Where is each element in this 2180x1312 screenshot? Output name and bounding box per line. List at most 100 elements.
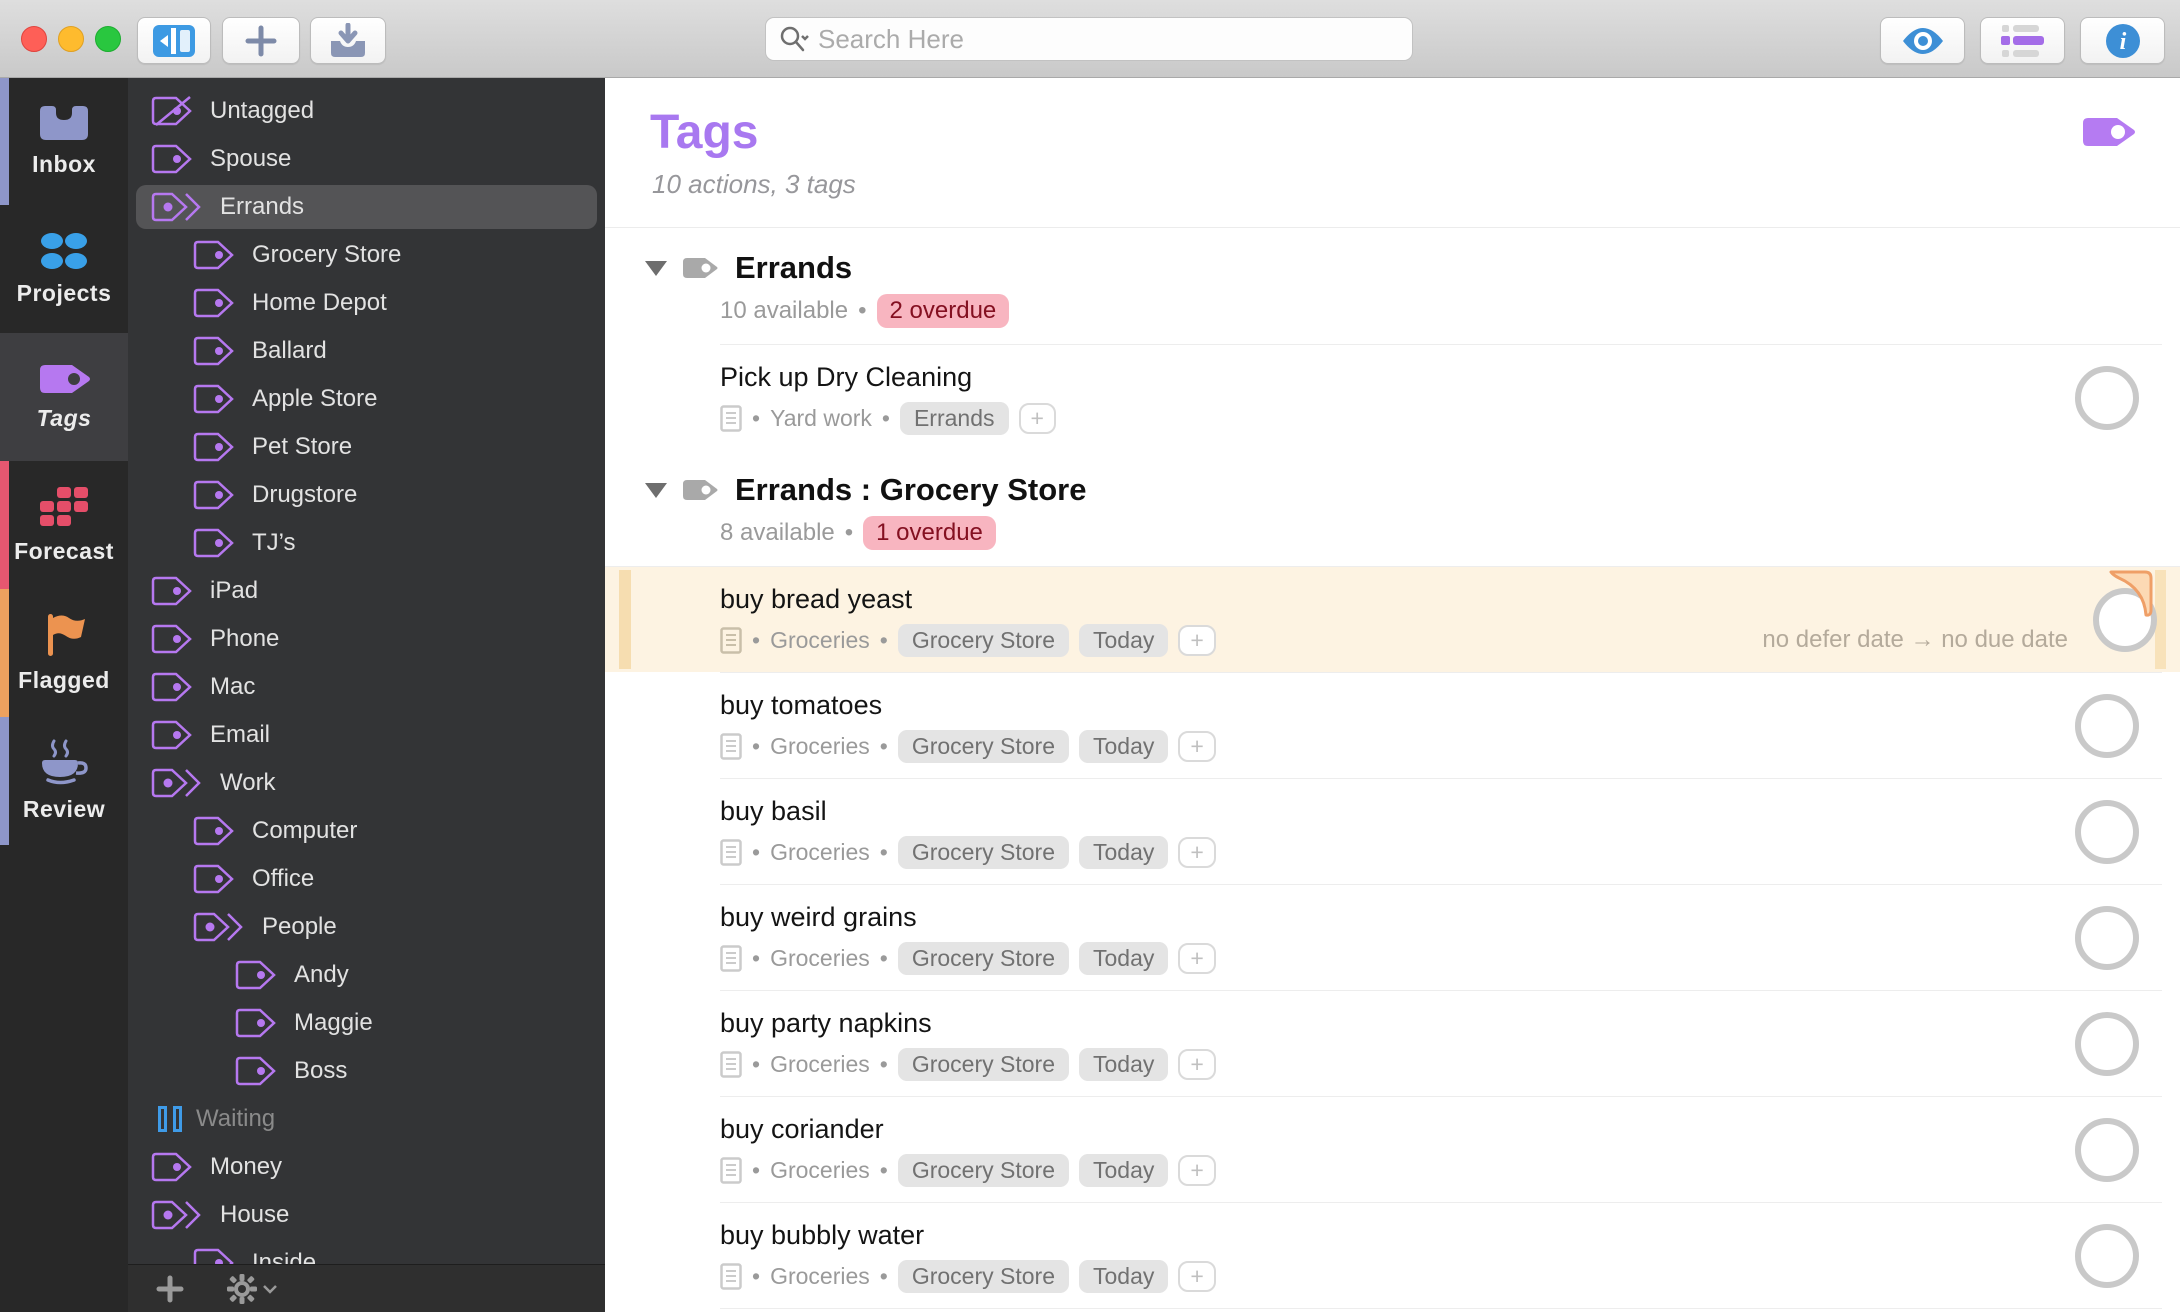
inbox-color-strip	[0, 77, 9, 205]
eye-icon	[1901, 26, 1945, 56]
tag-row-tjs[interactable]: TJ’s	[128, 519, 605, 567]
tag-pill[interactable]: Grocery Store	[897, 1154, 1069, 1187]
task-row[interactable]: buy bubbly water • Groceries • Grocery S…	[720, 1202, 2162, 1308]
tag-pill[interactable]: Grocery Store	[897, 624, 1069, 657]
tag-pill[interactable]: Today	[1078, 1260, 1169, 1293]
tag-row-andy[interactable]: Andy	[128, 951, 605, 999]
task-title: buy bread yeast	[720, 584, 913, 614]
toggle-sidebar-button[interactable]	[137, 17, 211, 64]
add-tag-pill-button[interactable]: +	[1018, 403, 1056, 434]
task-row[interactable]: buy weird grains • Groceries • Grocery S…	[720, 884, 2162, 990]
disclosure-triangle-icon[interactable]	[645, 260, 667, 276]
task-project: Groceries	[770, 1051, 870, 1077]
tag-row-pet-store[interactable]: Pet Store	[128, 423, 605, 471]
zoom-button[interactable]	[95, 26, 121, 52]
view-options-button[interactable]	[1980, 17, 2065, 64]
tag-pill[interactable]: Today	[1078, 624, 1169, 657]
tag-pill[interactable]: Grocery Store	[897, 1048, 1069, 1081]
inspector-button[interactable]: i	[2080, 17, 2165, 64]
tag-row-email[interactable]: Email	[128, 711, 605, 759]
tag-row-computer[interactable]: Computer	[128, 807, 605, 855]
tag-row-office[interactable]: Office	[128, 855, 605, 903]
clean-up-button[interactable]	[310, 17, 386, 64]
tag-row-drugstore[interactable]: Drugstore	[128, 471, 605, 519]
tag-icon	[234, 958, 280, 992]
tag-row-home-depot[interactable]: Home Depot	[128, 279, 605, 327]
complete-checkbox[interactable]	[2075, 1011, 2139, 1076]
add-tag-pill-button[interactable]: +	[1178, 625, 1216, 656]
tag-row-phone[interactable]: Phone	[128, 615, 605, 663]
complete-checkbox[interactable]	[2075, 1117, 2139, 1182]
available-count: 10 available	[720, 297, 849, 324]
add-item-button[interactable]	[222, 17, 300, 64]
tag-with-children-icon	[150, 1198, 206, 1232]
task-row[interactable]: buy coriander • Groceries • Grocery Stor…	[720, 1096, 2162, 1202]
tag-row-house[interactable]: House	[128, 1191, 605, 1239]
perspective-flagged[interactable]: Flagged	[0, 589, 128, 717]
tag-row-work[interactable]: Work	[128, 759, 605, 807]
tag-pill[interactable]: Grocery Store	[897, 1260, 1069, 1293]
complete-checkbox[interactable]	[2075, 1223, 2139, 1288]
view-eye-button[interactable]	[1880, 17, 1965, 64]
complete-checkbox[interactable]	[2075, 365, 2139, 430]
add-tag-pill-button[interactable]: +	[1178, 731, 1216, 762]
tag-row-waiting[interactable]: Waiting	[128, 1095, 605, 1143]
tag-row-mac[interactable]: Mac	[128, 663, 605, 711]
tag-pill[interactable]: Today	[1078, 942, 1169, 975]
tag-row-errands[interactable]: Errands	[128, 183, 605, 231]
perspective-review[interactable]: Review	[0, 717, 128, 845]
perspective-inbox[interactable]: Inbox	[0, 77, 128, 205]
tag-label: Errands	[220, 193, 305, 220]
tags-icon	[36, 362, 92, 396]
tag-pill[interactable]: Grocery Store	[897, 836, 1069, 869]
perspective-label: Tags	[36, 405, 92, 431]
perspectives-sidebar: Inbox Projects Tags Forecast Flagged Rev…	[0, 77, 128, 1312]
task-row[interactable]: buy party napkins • Groceries • Grocery …	[720, 990, 2162, 1096]
tag-pill[interactable]: Today	[1078, 1048, 1169, 1081]
close-button[interactable]	[21, 26, 47, 52]
tag-pill[interactable]: Grocery Store	[897, 730, 1069, 763]
tag-row-ballard[interactable]: Ballard	[128, 327, 605, 375]
tag-pill[interactable]: Today	[1078, 730, 1169, 763]
tag-row-untagged[interactable]: Untagged	[128, 87, 605, 135]
tag-row-maggie[interactable]: Maggie	[128, 999, 605, 1047]
task-row[interactable]: Pick up Dry Cleaning • Yard work • Erran…	[720, 344, 2162, 450]
tag-pill[interactable]: Grocery Store	[897, 942, 1069, 975]
tag-row-apple-store[interactable]: Apple Store	[128, 375, 605, 423]
sidebar-toggle-icon	[152, 24, 196, 58]
search-input[interactable]	[816, 22, 1400, 56]
add-tag-pill-button[interactable]: +	[1178, 1261, 1216, 1292]
add-tag-button[interactable]	[156, 1275, 184, 1303]
complete-checkbox[interactable]	[2075, 799, 2139, 864]
disclosure-triangle-icon[interactable]	[645, 482, 667, 498]
tag-row-ipad[interactable]: iPad	[128, 567, 605, 615]
minimize-button[interactable]	[58, 26, 84, 52]
tag-label: Money	[210, 1153, 283, 1180]
perspective-projects[interactable]: Projects	[0, 205, 128, 333]
tag-icon	[192, 478, 238, 512]
tag-pill[interactable]: Today	[1078, 1154, 1169, 1187]
tag-row-spouse[interactable]: Spouse	[128, 135, 605, 183]
note-icon	[720, 1263, 742, 1290]
tag-row-money[interactable]: Money	[128, 1143, 605, 1191]
task-row[interactable]: buy basil • Groceries • Grocery Store To…	[720, 778, 2162, 884]
gear-menu-button[interactable]	[226, 1273, 278, 1305]
perspective-forecast[interactable]: Forecast	[0, 461, 128, 589]
perspective-tags[interactable]: Tags	[0, 333, 128, 461]
task-row-selected[interactable]: buy bread yeast • Groceries • Grocery St…	[605, 566, 2180, 672]
search-field[interactable]	[765, 17, 1413, 61]
add-tag-pill-button[interactable]: +	[1178, 943, 1216, 974]
add-tag-pill-button[interactable]: +	[1178, 1155, 1216, 1186]
tag-row-grocery-store[interactable]: Grocery Store	[128, 231, 605, 279]
complete-checkbox[interactable]	[2075, 905, 2139, 970]
task-row-overdue[interactable]: Get more cat food • Cat Maintenance • Gr…	[720, 1308, 2162, 1312]
add-tag-pill-button[interactable]: +	[1178, 1049, 1216, 1080]
tag-pill[interactable]: Today	[1078, 836, 1169, 869]
add-tag-pill-button[interactable]: +	[1178, 837, 1216, 868]
task-row[interactable]: buy tomatoes • Groceries • Grocery Store…	[720, 672, 2162, 778]
defer-due-hint: no defer date → no due date	[1762, 626, 2068, 653]
tag-row-people[interactable]: People	[128, 903, 605, 951]
tag-pill[interactable]: Errands	[899, 402, 1009, 435]
complete-checkbox[interactable]	[2075, 693, 2139, 758]
tag-row-boss[interactable]: Boss	[128, 1047, 605, 1095]
